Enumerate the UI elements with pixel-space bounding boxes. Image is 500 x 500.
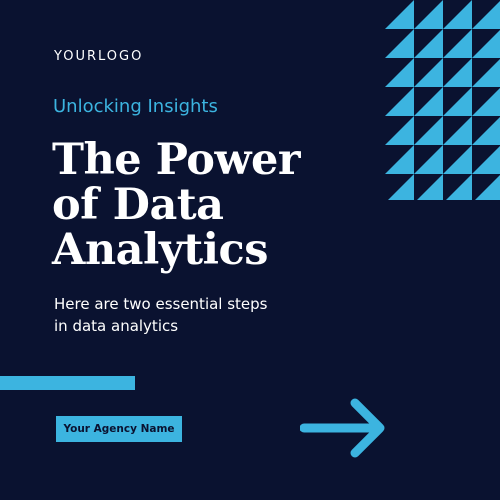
pattern-triangle: [385, 29, 414, 58]
pattern-triangle: [414, 145, 443, 174]
headline: The Power of Data Analytics: [52, 138, 372, 273]
pattern-triangle: [414, 29, 443, 58]
pattern-triangle: [472, 1, 500, 29]
headline-line: The Power: [52, 135, 300, 185]
headline-line: of Data: [52, 180, 224, 230]
pattern-triangle: [385, 116, 414, 145]
pattern-triangle: [446, 174, 472, 200]
brand-logo: YOURLOGO: [54, 49, 144, 64]
pattern-triangle: [385, 145, 414, 174]
pattern-triangle: [414, 87, 443, 116]
triangle-pattern: [385, 0, 500, 200]
headline-line: Analytics: [52, 225, 268, 275]
subtext: Here are two essential steps in data ana…: [54, 293, 334, 337]
pattern-triangle: [443, 0, 472, 29]
arrow-right-icon[interactable]: [300, 398, 390, 458]
subtext-line: Here are two essential steps: [54, 295, 268, 313]
pattern-triangle: [385, 87, 414, 116]
pattern-triangle: [472, 146, 500, 174]
pattern-triangle: [414, 58, 443, 87]
pattern-triangle: [472, 30, 500, 58]
pattern-triangle: [475, 175, 500, 200]
pattern-triangle: [443, 145, 472, 174]
pattern-triangle: [388, 174, 414, 200]
pattern-triangle: [443, 87, 472, 116]
pattern-triangle: [385, 58, 414, 87]
pattern-triangle: [472, 59, 500, 87]
subtext-line: in data analytics: [54, 317, 179, 335]
accent-bar: [0, 376, 135, 390]
pattern-triangle: [443, 58, 472, 87]
pattern-triangle: [443, 116, 472, 145]
kicker-text: Unlocking Insights: [53, 96, 218, 117]
pattern-triangle: [443, 29, 472, 58]
pattern-triangle: [385, 0, 414, 29]
pattern-triangle: [414, 116, 443, 145]
pattern-triangle: [417, 174, 443, 200]
pattern-triangle: [472, 117, 500, 145]
agency-name-button[interactable]: Your Agency Name: [56, 416, 182, 442]
pattern-triangle: [472, 88, 500, 116]
post-canvas: YOURLOGO Unlocking Insights The Power of…: [0, 0, 500, 500]
pattern-triangle: [414, 0, 443, 29]
